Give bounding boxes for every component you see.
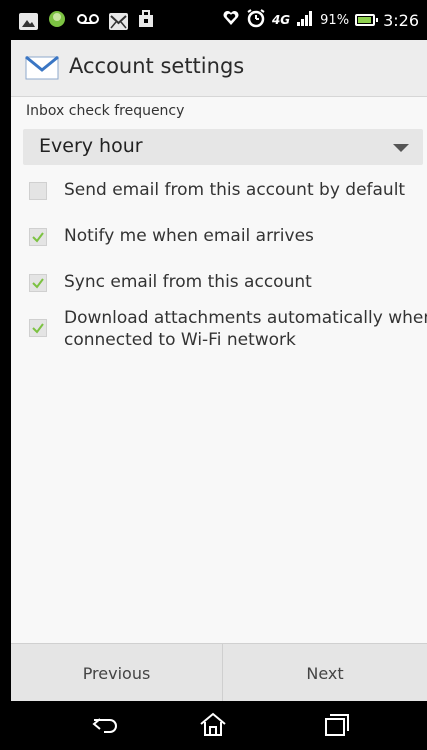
option-default-account[interactable]: Send email from this account by default — [23, 179, 427, 207]
next-button[interactable]: Next — [223, 644, 427, 702]
alarm-icon — [246, 8, 266, 32]
gallery-icon — [19, 12, 38, 30]
heart-shield-icon — [222, 9, 240, 31]
wizard-buttons: Previous Next — [11, 643, 427, 702]
frequency-value: Every hour — [39, 135, 143, 157]
option-label-line2: connected to Wi-Fi network — [64, 330, 296, 350]
voicemail-icon — [76, 11, 100, 31]
status-time: 3:26 — [383, 10, 419, 30]
device-frame — [0, 0, 11, 750]
email-notification-icon — [109, 12, 128, 30]
option-notify[interactable]: Notify me when email arrives — [23, 225, 427, 253]
notification-icons — [19, 9, 155, 33]
option-download-attachments[interactable]: Download attachments automatically when … — [23, 307, 427, 353]
home-icon[interactable] — [198, 711, 228, 743]
back-icon[interactable] — [90, 713, 122, 741]
option-sync[interactable]: Sync email from this account — [23, 271, 427, 299]
signal-icon — [296, 10, 314, 30]
option-label: Notify me when email arrives — [64, 226, 314, 246]
battery-icon — [355, 14, 379, 26]
checkbox-sync[interactable] — [29, 274, 47, 292]
checkbox-default-account[interactable] — [29, 182, 47, 200]
page-title: Account settings — [69, 54, 245, 78]
app-bar: Account settings — [11, 40, 427, 97]
android-icon — [47, 9, 67, 33]
shopping-bag-icon — [137, 10, 155, 32]
checkbox-notify[interactable] — [29, 228, 47, 246]
checkbox-download-attachments[interactable] — [29, 319, 47, 337]
screen: 4G 91% 3:26 Account settings Inbox check… — [0, 0, 427, 750]
settings-content: Inbox check frequency Every hour Send em… — [11, 97, 427, 643]
system-icons: 4G 91% 3:26 — [222, 8, 419, 32]
previous-button[interactable]: Previous — [11, 644, 223, 702]
battery-percent: 91% — [320, 12, 350, 28]
option-label: Send email from this account by default — [64, 180, 406, 200]
option-label: Sync email from this account — [64, 272, 312, 292]
status-bar: 4G 91% 3:26 — [11, 0, 427, 40]
recent-apps-icon[interactable] — [322, 713, 350, 741]
mail-envelope-icon — [25, 55, 59, 84]
frequency-label: Inbox check frequency — [26, 103, 185, 119]
chevron-down-icon — [393, 144, 409, 152]
check-icon — [32, 232, 44, 243]
network-icon: 4G — [271, 13, 291, 27]
navigation-bar — [0, 701, 427, 750]
frequency-dropdown[interactable]: Every hour — [23, 129, 423, 165]
check-icon — [32, 278, 44, 289]
option-label-line1: Download attachments automatically when — [64, 308, 427, 328]
check-icon — [32, 323, 44, 334]
